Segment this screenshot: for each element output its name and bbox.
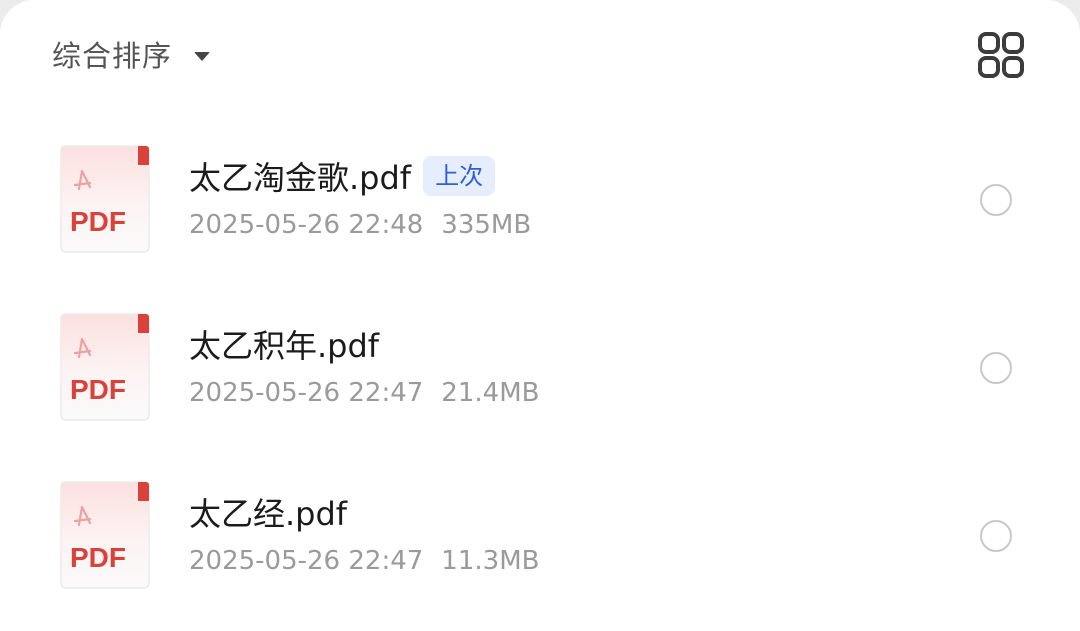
- file-sheet: 综合排序 PDF 太乙淘金歌.pdf 上次 2025-05-26 22:48 3…: [0, 0, 1080, 631]
- file-name: 太乙经.pdf: [189, 495, 348, 533]
- pdf-icon-label: PDF: [70, 542, 126, 573]
- select-radio[interactable]: [980, 352, 1012, 384]
- select-radio[interactable]: [980, 520, 1012, 552]
- file-size: 11.3MB: [441, 546, 540, 576]
- file-meta: 2025-05-26 22:47 21.4MB: [189, 375, 539, 411]
- file-datetime: 2025-05-26 22:47: [189, 546, 424, 576]
- pdf-icon-label: PDF: [70, 374, 126, 405]
- file-name-line: 太乙经.pdf: [189, 489, 347, 535]
- file-row[interactable]: PDF 太乙经.pdf 2025-05-26 22:47 11.3MB: [0, 451, 1080, 619]
- sort-label: 综合排序: [52, 39, 173, 73]
- pdf-file-icon: PDF: [60, 313, 150, 421]
- last-opened-badge: 上次: [423, 156, 496, 196]
- grid-view-button[interactable]: [976, 30, 1026, 80]
- select-radio[interactable]: [980, 184, 1012, 216]
- sort-dropdown[interactable]: 综合排序: [52, 30, 211, 78]
- toolbar: 综合排序: [0, 0, 1080, 108]
- pdf-icon-label: PDF: [70, 206, 126, 237]
- file-list: PDF 太乙淘金歌.pdf 上次 2025-05-26 22:48 335MB: [0, 115, 1080, 619]
- grid-view-icon: [978, 32, 1024, 78]
- file-size: 21.4MB: [441, 378, 540, 408]
- file-size: 335MB: [441, 210, 532, 240]
- file-meta: 2025-05-26 22:48 335MB: [189, 207, 531, 243]
- file-name-line: 太乙积年.pdf: [189, 321, 379, 367]
- file-row[interactable]: PDF 太乙积年.pdf 2025-05-26 22:47 21.4MB: [0, 283, 1080, 451]
- file-name: 太乙积年.pdf: [189, 327, 380, 365]
- file-name: 太乙淘金歌.pdf: [189, 159, 412, 197]
- pdf-file-icon: PDF: [60, 481, 150, 589]
- file-name-line: 太乙淘金歌.pdf 上次: [189, 153, 496, 199]
- file-meta: 2025-05-26 22:47 11.3MB: [189, 543, 539, 579]
- caret-down-icon: [194, 51, 211, 61]
- file-datetime: 2025-05-26 22:48: [189, 210, 424, 240]
- file-row[interactable]: PDF 太乙淘金歌.pdf 上次 2025-05-26 22:48 335MB: [0, 115, 1080, 283]
- file-datetime: 2025-05-26 22:47: [189, 378, 424, 408]
- pdf-file-icon: PDF: [60, 145, 150, 253]
